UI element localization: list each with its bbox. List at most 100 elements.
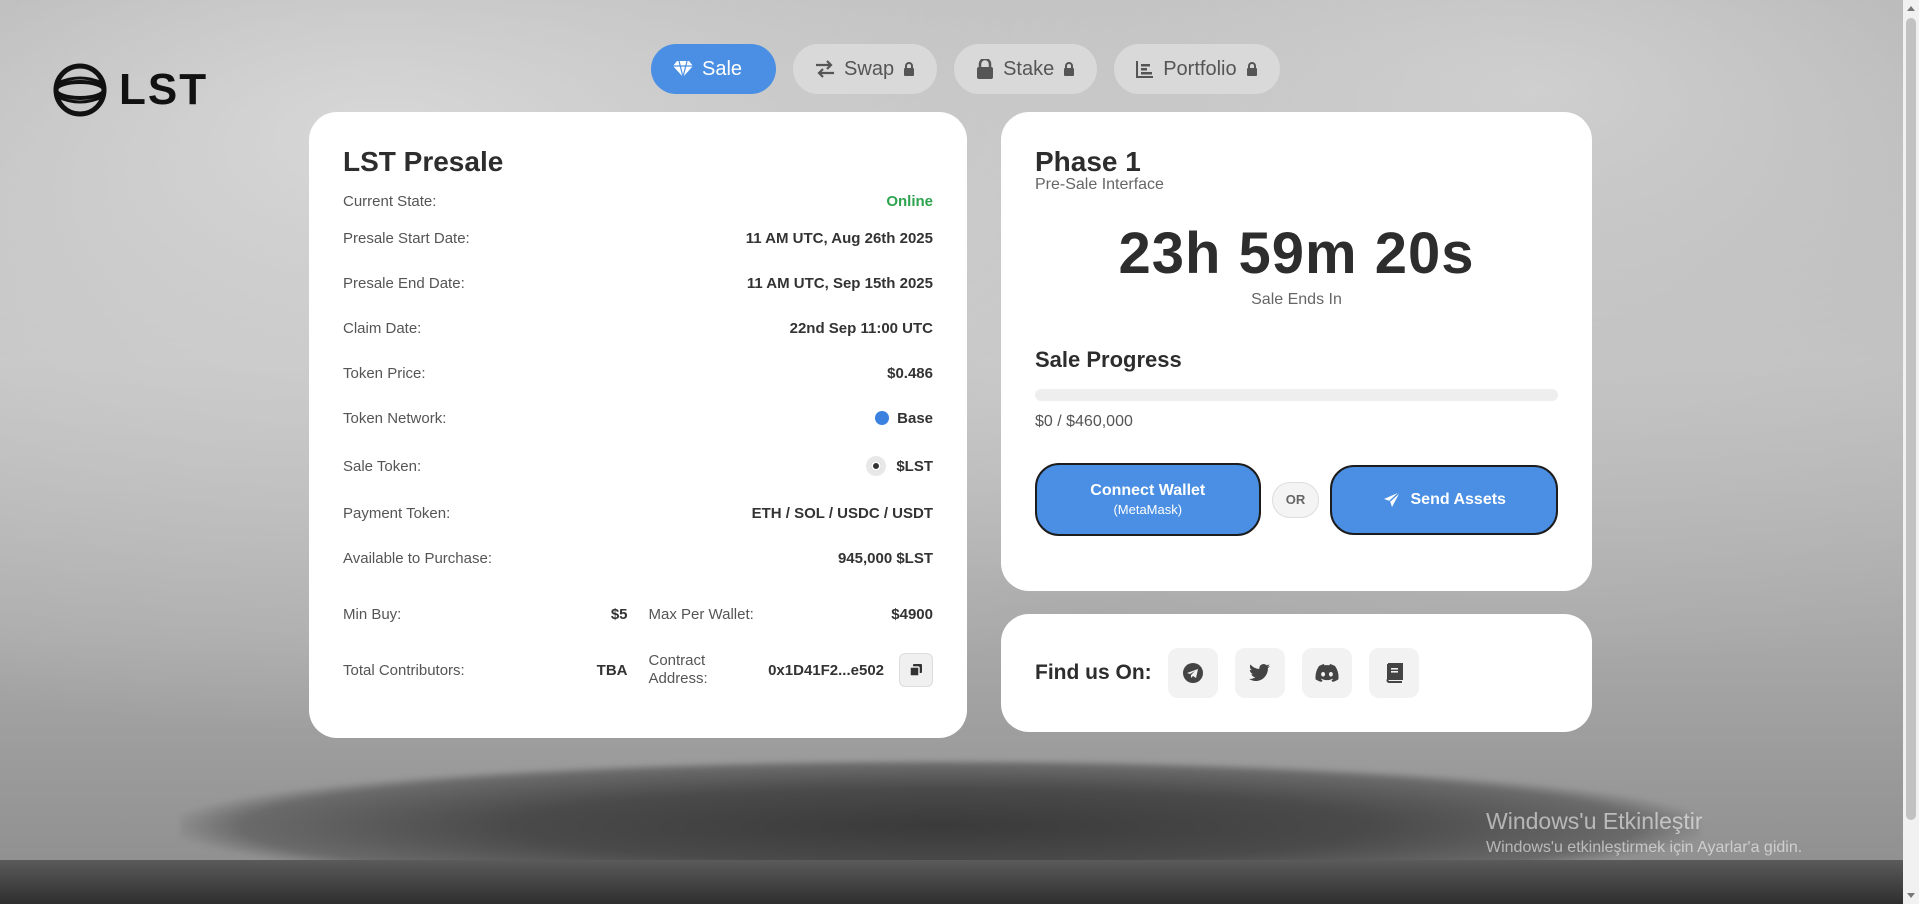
- contributors-value: TBA: [596, 661, 628, 679]
- contract-value-wrap: 0x1D41F2...e502: [768, 653, 933, 687]
- docs-link[interactable]: [1368, 648, 1419, 698]
- tab-swap[interactable]: Swap: [793, 44, 938, 94]
- token-network-value: Base: [897, 410, 933, 427]
- watermark-line2: Windows'u etkinleştirmek için Ayarlar'a …: [1486, 839, 1803, 856]
- connect-wallet-sub: (MetaMask): [1113, 502, 1183, 517]
- water-background: [0, 860, 1919, 904]
- lock-icon: [977, 59, 994, 79]
- sale-progress-bar: [1035, 389, 1558, 401]
- send-assets-button[interactable]: Send Assets: [1330, 464, 1558, 535]
- payment-token-label: Payment Token:: [343, 505, 451, 522]
- connect-wallet-label: Connect Wallet: [1090, 482, 1206, 499]
- info-row-available: Available to Purchase: 945,000 $LST: [343, 536, 933, 581]
- min-buy-value: $5: [610, 605, 628, 623]
- tab-stake[interactable]: Stake: [954, 44, 1098, 94]
- find-us-label: Find us On:: [1035, 661, 1152, 684]
- lock-icon: [904, 62, 915, 76]
- end-date-value: 11 AM UTC, Sep 15th 2025: [746, 275, 933, 292]
- state-label: Current State:: [343, 192, 437, 210]
- claim-date-value: 22nd Sep 11:00 UTC: [789, 320, 933, 337]
- start-date-label: Presale Start Date:: [343, 230, 470, 247]
- scroll-down-button[interactable]: [1903, 888, 1919, 904]
- wallet-actions: Connect Wallet (MetaMask) OR Send Assets: [1035, 463, 1558, 536]
- discord-link[interactable]: [1301, 648, 1352, 698]
- brand-name: LST: [119, 65, 209, 114]
- watermark-line1: Windows'u Etkinleştir: [1486, 808, 1703, 834]
- windows-activation-watermark: Windows'u Etkinleştir Windows'u etkinleş…: [1486, 808, 1802, 857]
- copy-icon: [909, 664, 922, 677]
- start-date-value: 11 AM UTC, Aug 26th 2025: [745, 230, 933, 247]
- token-network-value-wrap: Base: [875, 410, 933, 427]
- info-row-network: Token Network: Base: [343, 396, 933, 441]
- twitter-link[interactable]: [1234, 648, 1285, 698]
- tab-stake-label: Stake: [1003, 57, 1055, 80]
- contract-label: Contract Address:: [648, 652, 708, 687]
- info-row-state: Current State: Online: [343, 186, 933, 216]
- state-value: Online: [886, 192, 933, 210]
- claim-date-label: Claim Date:: [343, 320, 422, 337]
- info-row-end: Presale End Date: 11 AM UTC, Sep 15th 20…: [343, 261, 933, 306]
- phase-card: Phase 1 Pre-Sale Interface 23h 59m 20s S…: [1001, 112, 1592, 591]
- chart-icon: [1136, 61, 1154, 78]
- token-price-label: Token Price:: [343, 365, 426, 382]
- info-row-sale-token: Sale Token: $LST: [343, 441, 933, 491]
- max-wallet-label: Max Per Wallet:: [648, 605, 754, 623]
- tab-sale[interactable]: Sale: [651, 44, 777, 94]
- available-value: 945,000 $LST: [837, 550, 933, 567]
- available-label: Available to Purchase:: [343, 550, 492, 567]
- tab-portfolio-label: Portfolio: [1163, 57, 1237, 80]
- contract-address: Contract Address: 0x1D41F2...e502: [648, 652, 933, 688]
- tab-portfolio[interactable]: Portfolio: [1114, 44, 1280, 94]
- payment-token-value: ETH / SOL / USDC / USDT: [751, 505, 933, 522]
- info-row-payment: Payment Token: ETH / SOL / USDC / USDT: [343, 491, 933, 536]
- docs-icon: [1386, 663, 1403, 683]
- info-row-price: Token Price: $0.486: [343, 351, 933, 396]
- scroll-up-button[interactable]: [1903, 0, 1919, 16]
- sale-token-value: $LST: [896, 458, 933, 475]
- copy-address-button[interactable]: [899, 653, 933, 687]
- twitter-icon: [1248, 664, 1270, 681]
- send-icon: [1383, 490, 1401, 507]
- swap-icon: [816, 60, 835, 78]
- tab-sale-label: Sale: [702, 57, 743, 80]
- contract-row: Total Contributors: TBA Contract Address…: [343, 647, 933, 693]
- presale-card: LST Presale Current State: Online Presal…: [309, 112, 967, 738]
- limits-row: Min Buy: $5 Max Per Wallet: $4900: [343, 581, 933, 647]
- scrollbar-thumb[interactable]: [1906, 18, 1916, 820]
- min-buy-label: Min Buy:: [343, 605, 402, 623]
- sale-progress-text: $0 / $460,000: [1035, 413, 1133, 430]
- max-wallet: Max Per Wallet: $4900: [649, 606, 934, 623]
- contributors-label: Total Contributors:: [343, 661, 465, 679]
- telegram-link[interactable]: [1167, 648, 1218, 698]
- token-price-value: $0.486: [887, 365, 933, 382]
- phase-title: Phase 1: [1035, 146, 1141, 177]
- connect-wallet-button[interactable]: Connect Wallet (MetaMask): [1035, 463, 1261, 536]
- lock-icon: [1064, 62, 1075, 76]
- network-dot-icon: [875, 411, 890, 425]
- info-row-claim: Claim Date: 22nd Sep 11:00 UTC: [343, 306, 933, 351]
- end-date-label: Presale End Date:: [343, 275, 465, 292]
- lock-icon: [1246, 62, 1257, 76]
- social-card: Find us On:: [1001, 614, 1592, 732]
- diamond-icon: [673, 60, 693, 78]
- countdown-label: Sale Ends In: [1251, 291, 1342, 308]
- chevron-down-icon: [1907, 893, 1915, 898]
- countdown-timer: 23h 59m 20s: [1118, 221, 1475, 286]
- contributors: Total Contributors: TBA: [343, 662, 628, 679]
- telegram-icon: [1182, 663, 1203, 683]
- sale-token-value-wrap: $LST: [866, 456, 933, 476]
- contract-value: 0x1D41F2...e502: [768, 661, 884, 679]
- brand-logo[interactable]: LST: [53, 63, 208, 117]
- discord-icon: [1315, 664, 1339, 682]
- tab-swap-label: Swap: [844, 57, 895, 80]
- page-scrollbar[interactable]: [1903, 0, 1919, 904]
- main-nav: Sale Swap Stake Portfolio: [651, 44, 1280, 94]
- sale-token-label: Sale Token:: [343, 457, 422, 475]
- token-logo-icon: [866, 456, 887, 476]
- min-buy: Min Buy: $5: [343, 606, 628, 623]
- presale-title: LST Presale: [343, 146, 504, 177]
- phase-subtitle: Pre-Sale Interface: [1035, 176, 1164, 193]
- max-wallet-value: $4900: [891, 605, 933, 623]
- or-divider: OR: [1271, 481, 1320, 518]
- send-assets-label: Send Assets: [1410, 490, 1506, 508]
